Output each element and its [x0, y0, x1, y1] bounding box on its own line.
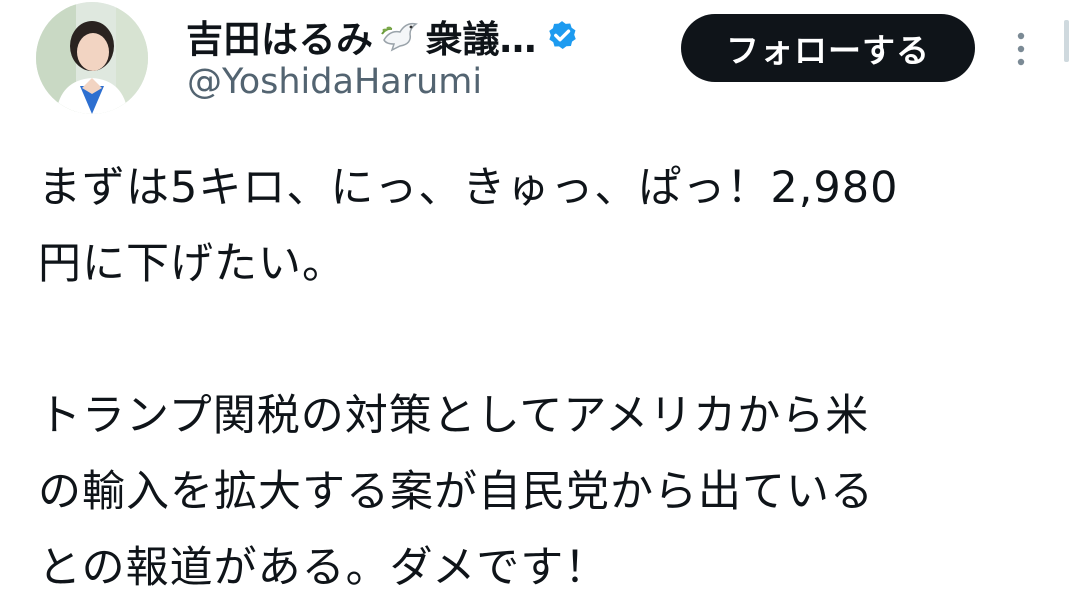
user-handle[interactable]: @YoshidaHarumi	[187, 62, 482, 102]
tweet-text: まずは5キロ、にっ、きゅっ、ぱっ！2,980 円に下げたい。 トランプ関税の対策…	[38, 150, 1058, 606]
display-name[interactable]: 吉田はるみ	[186, 9, 374, 63]
display-name-suffix[interactable]: 衆議…	[426, 9, 537, 63]
avatar[interactable]	[36, 2, 148, 114]
tweet-paragraph-1: まずは5キロ、にっ、きゅっ、ぱっ！2,980 円に下げたい。	[38, 163, 899, 289]
scroll-edge	[1064, 20, 1069, 62]
tweet-paragraph-2: トランプ関税の対策としてアメリカから米 の輸入を拡大する案が自民党から出ている …	[38, 391, 874, 593]
verified-badge-icon	[545, 19, 579, 53]
dove-icon	[380, 18, 420, 54]
tweet-header: 吉田はるみ 衆議… @YoshidaHarumi フォローする	[0, 0, 1080, 120]
more-vertical-icon[interactable]	[1006, 24, 1036, 74]
follow-button[interactable]: フォローする	[681, 14, 975, 82]
name-row: 吉田はるみ 衆議…	[186, 6, 579, 66]
avatar-image	[36, 2, 148, 114]
